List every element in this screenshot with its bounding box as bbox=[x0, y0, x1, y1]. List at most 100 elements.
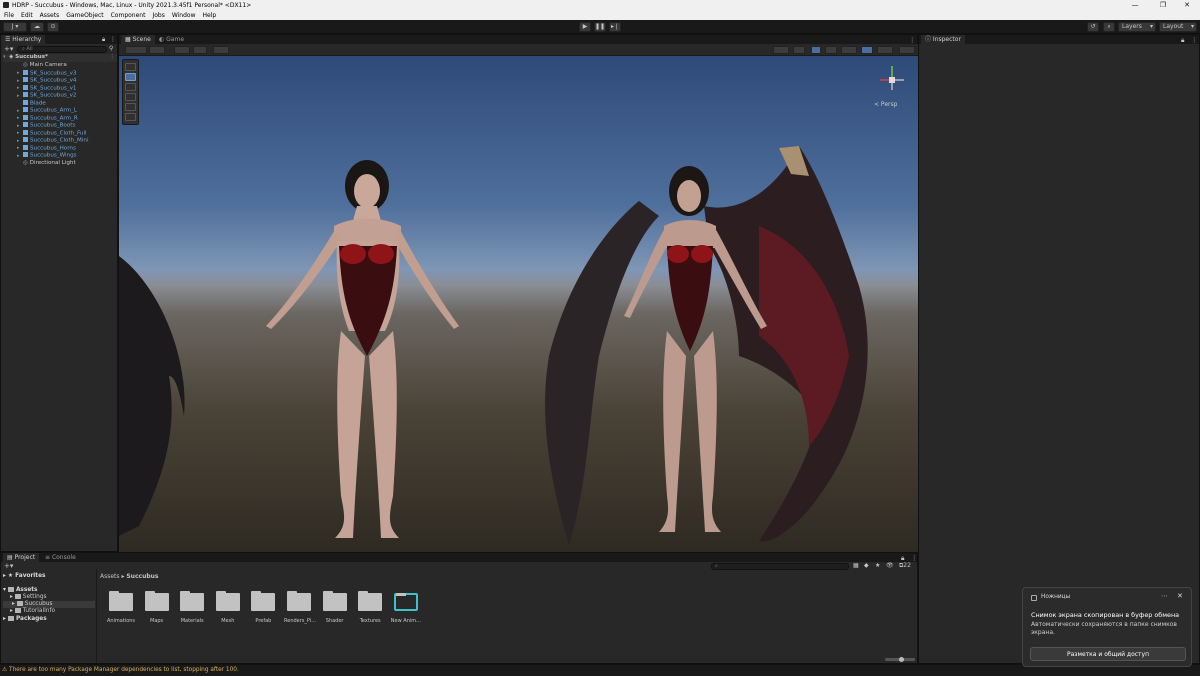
scene-viewport[interactable]: < Persp bbox=[119, 56, 919, 553]
play-button[interactable]: ▶ bbox=[579, 22, 591, 32]
tool-handle-dropdown[interactable] bbox=[125, 46, 147, 54]
hierarchy-item[interactable]: ▸Succubus_Boots› bbox=[17, 122, 133, 130]
maximize-button[interactable]: ❐ bbox=[1150, 0, 1176, 10]
shading-mode-dropdown[interactable] bbox=[773, 46, 789, 54]
hierarchy-item[interactable]: ▸Succubus_Horns› bbox=[17, 144, 133, 153]
menu-help[interactable]: Help bbox=[203, 12, 217, 19]
lighting-toggle[interactable] bbox=[811, 46, 821, 54]
tab-console[interactable]: ≡ Console bbox=[41, 553, 80, 562]
snipping-notification[interactable]: Ножницы ⋯ ✕ Снимок экрана скопирован в б… bbox=[1022, 587, 1192, 667]
hierarchy-item[interactable]: ▸SK_Succubus_v1› bbox=[17, 84, 133, 93]
notification-close-icon[interactable]: ✕ bbox=[1177, 592, 1183, 600]
asset-folder[interactable]: New Anim... bbox=[391, 592, 421, 624]
tab-inspector[interactable]: ⓘ Inspector bbox=[921, 35, 965, 44]
filter-label-icon[interactable]: ◆ bbox=[864, 562, 869, 569]
tab-scene[interactable]: ▦ Scene bbox=[121, 35, 155, 44]
tree-settings[interactable]: ▸ Settings bbox=[3, 594, 47, 601]
tab-project[interactable]: ▤ Project bbox=[3, 553, 40, 562]
menu-edit[interactable]: Edit bbox=[21, 12, 33, 19]
asset-folder[interactable]: Maps bbox=[142, 590, 172, 624]
tree-succubus[interactable]: ▸ Succubus bbox=[3, 601, 95, 608]
cloud-icon[interactable]: ☁ bbox=[30, 22, 44, 32]
increment-snap-dropdown[interactable] bbox=[193, 46, 207, 54]
asset-folder[interactable]: Materials bbox=[177, 590, 207, 624]
hidden-packages-icon[interactable]: 👁︎ bbox=[886, 562, 894, 569]
close-button[interactable]: ✕ bbox=[1174, 0, 1200, 10]
gizmos-dropdown[interactable] bbox=[899, 46, 915, 54]
tree-tutorialinfo[interactable]: ▸ TutorialInfo bbox=[3, 608, 55, 615]
scale-tool-icon[interactable] bbox=[125, 93, 136, 101]
inspector-lock-icon[interactable]: 🔒︎ bbox=[1181, 36, 1184, 45]
hierarchy-search-input[interactable]: ⌕ All bbox=[17, 45, 107, 53]
favorite-icon[interactable]: ★ bbox=[875, 562, 880, 569]
asset-folder[interactable]: Mesh bbox=[213, 590, 243, 624]
lock-icon[interactable]: 🔒︎ bbox=[102, 36, 105, 44]
tab-hierarchy[interactable]: ☰ Hierarchy bbox=[1, 35, 46, 44]
rotate-tool-icon[interactable] bbox=[125, 83, 136, 91]
hierarchy-item[interactable]: ◎ Main Camera bbox=[17, 62, 133, 70]
hierarchy-item[interactable]: ▸Succubus_Wings› bbox=[17, 152, 133, 160]
more-icon[interactable]: ⋮ bbox=[110, 36, 116, 43]
scene-more-icon[interactable]: ⋮ bbox=[909, 36, 915, 44]
asset-folder[interactable]: Renders_Pi... bbox=[284, 590, 316, 624]
audio-toggle[interactable] bbox=[825, 46, 837, 54]
scene-more-icon[interactable]: ⋮ bbox=[109, 54, 115, 62]
search-icon[interactable]: ⌕ bbox=[1103, 22, 1115, 32]
notification-more-icon[interactable]: ⋯ bbox=[1161, 592, 1168, 600]
grid-snap-dropdown[interactable] bbox=[174, 46, 190, 54]
menu-gameobject[interactable]: GameObject bbox=[66, 12, 103, 19]
filter-type-icon[interactable]: ▦ bbox=[853, 562, 859, 569]
hierarchy-item[interactable]: ▸Succubus_Arm_R› bbox=[17, 114, 133, 123]
collab-icon[interactable]: ⊙ bbox=[47, 22, 59, 32]
camera-settings-dropdown[interactable] bbox=[877, 46, 893, 54]
markup-share-button[interactable]: Разметка и общий доступ bbox=[1030, 647, 1186, 661]
hierarchy-item[interactable]: ▸SK_Succubus_v3› bbox=[17, 69, 133, 78]
align-dropdown[interactable] bbox=[213, 46, 229, 54]
tab-game[interactable]: ◐ Game bbox=[155, 35, 189, 44]
projection-label[interactable]: < Persp bbox=[874, 101, 897, 108]
view-tool-icon[interactable] bbox=[125, 63, 136, 71]
menu-window[interactable]: Window bbox=[172, 12, 196, 19]
asset-folder[interactable]: Animations bbox=[106, 590, 136, 624]
menu-file[interactable]: File bbox=[4, 12, 14, 19]
menu-jobs[interactable]: Jobs bbox=[152, 12, 164, 19]
breadcrumb-assets[interactable]: Assets bbox=[100, 573, 120, 580]
tree-packages[interactable]: ▸ Packages bbox=[3, 616, 47, 623]
asset-folder[interactable]: Textures bbox=[355, 590, 385, 624]
project-search-input[interactable]: ⌕ bbox=[711, 563, 849, 570]
transform-tool-icon[interactable] bbox=[125, 113, 136, 121]
rect-tool-icon[interactable] bbox=[125, 103, 136, 111]
hierarchy-item[interactable]: ◎ Directional Light bbox=[17, 160, 133, 168]
account-dropdown[interactable]: J ▾ bbox=[3, 22, 27, 32]
menu-assets[interactable]: Assets bbox=[40, 12, 60, 19]
pause-button[interactable]: ❚❚ bbox=[594, 22, 606, 32]
zoom-slider[interactable] bbox=[885, 656, 915, 662]
hierarchy-item[interactable]: Blade bbox=[17, 99, 133, 108]
add-icon[interactable]: +▾ bbox=[4, 45, 13, 53]
pivot-dropdown[interactable] bbox=[149, 46, 165, 54]
move-tool-icon[interactable] bbox=[125, 73, 136, 81]
hierarchy-item[interactable]: ▸Succubus_Cloth_Mini› bbox=[17, 137, 133, 145]
2d-toggle[interactable] bbox=[793, 46, 805, 54]
status-message[interactable]: There are too many Package Manager depen… bbox=[9, 667, 239, 673]
layout-dropdown[interactable]: Layout ▾ bbox=[1159, 22, 1197, 32]
zoom-slider-handle[interactable] bbox=[899, 656, 904, 662]
hierarchy-item[interactable]: ▸SK_Succubus_v4› bbox=[17, 77, 133, 85]
menu-component[interactable]: Component bbox=[111, 12, 146, 19]
hierarchy-scene-row[interactable]: ▾ ◈ Succubus* ⋮ bbox=[3, 54, 117, 62]
minimize-button[interactable]: — bbox=[1122, 0, 1148, 10]
history-icon[interactable]: ↺ bbox=[1087, 22, 1099, 32]
hierarchy-item[interactable]: ▸Succubus_Arm_L› bbox=[17, 107, 133, 115]
tree-favorites[interactable]: ▸ ★ Favorites bbox=[3, 573, 45, 580]
step-button[interactable]: ▸❘ bbox=[609, 22, 621, 32]
hierarchy-item[interactable]: ▸Succubus_Cloth_Full› bbox=[17, 129, 133, 138]
layers-dropdown[interactable]: Layers ▾ bbox=[1118, 22, 1156, 32]
asset-folder[interactable]: Shader bbox=[320, 590, 350, 624]
effects-dropdown[interactable] bbox=[841, 46, 857, 54]
tree-assets[interactable]: ▾ Assets bbox=[3, 587, 37, 594]
breadcrumb-succubus[interactable]: Succubus bbox=[126, 573, 158, 580]
search-options-icon[interactable]: ⚲ bbox=[109, 45, 113, 52]
hierarchy-item[interactable]: ▸SK_Succubus_v2› bbox=[17, 92, 133, 100]
scene-visibility-toggle[interactable] bbox=[861, 46, 873, 54]
asset-folder[interactable]: Prefab bbox=[248, 590, 278, 624]
